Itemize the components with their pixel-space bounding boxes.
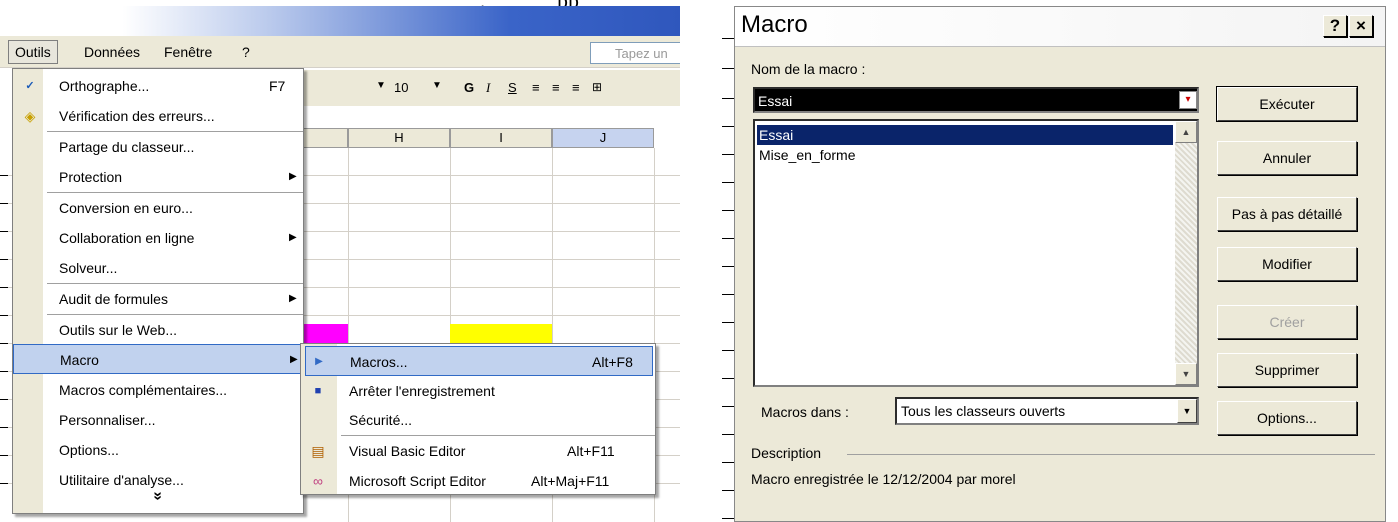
submenu-arrow-icon: ▶ xyxy=(290,354,298,365)
step-into-button[interactable]: Pas à pas détaillé xyxy=(1217,197,1357,231)
help-button[interactable]: ? xyxy=(1323,15,1347,37)
macro-name-input[interactable]: Essai xyxy=(753,87,1199,113)
scroll-down-icon[interactable]: ▼ xyxy=(1175,363,1197,385)
menu-item-personnaliser[interactable]: Personnaliser... xyxy=(13,405,303,435)
description-text: Macro enregistrée le 12/12/2004 par more… xyxy=(751,471,1016,487)
description-divider xyxy=(847,454,1375,455)
play-icon: ▶ xyxy=(315,356,323,367)
submenu-item-macros[interactable]: ▶ Macros... Alt+F8 xyxy=(305,346,653,376)
macro-dialog-area: Macro ? × Nom de la macro : Essai ▾ Essa… xyxy=(722,0,1398,522)
menu-item-conversion[interactable]: Conversion en euro... xyxy=(13,193,303,223)
submenu-item-arreter[interactable]: ■ Arrêter l'enregistrement xyxy=(305,376,653,406)
menu-item-macro[interactable]: Macro ▶ xyxy=(13,344,303,374)
dropdown-arrow-icon[interactable]: ▼ xyxy=(1177,399,1197,423)
close-button[interactable]: × xyxy=(1349,15,1373,37)
list-item[interactable]: Mise_en_forme xyxy=(757,145,1173,165)
magenta-cell[interactable] xyxy=(300,324,348,344)
excel-window: , pp Outils Données Fenêtre ? Tapez un ▼… xyxy=(0,0,680,522)
list-scrollbar[interactable]: ▲ ▼ xyxy=(1175,121,1197,385)
macro-dialog: Macro ? × Nom de la macro : Essai ▾ Essa… xyxy=(734,6,1386,522)
options-button[interactable]: Options... xyxy=(1217,401,1357,435)
column-header-h[interactable]: H xyxy=(348,128,450,148)
submenu-item-vb-editor[interactable]: ▤ Visual Basic Editor Alt+F11 xyxy=(305,436,653,466)
macro-submenu: ▶ Macros... Alt+F8 ■ Arrêter l'enregistr… xyxy=(300,343,656,495)
macros-in-label: Macros dans : xyxy=(761,404,849,420)
menu-item-orthographe[interactable]: ✓ Orthographe... F7 xyxy=(13,71,303,101)
menu-item-partage[interactable]: Partage du classeur... xyxy=(13,132,303,162)
merge-center-icon[interactable]: ⊞ xyxy=(592,80,602,94)
macros-in-select[interactable]: Tous les classeurs ouverts ▼ xyxy=(895,397,1199,425)
underline-button[interactable]: S xyxy=(508,80,517,95)
menu-fenetre[interactable]: Fenêtre xyxy=(164,44,212,60)
align-center-icon[interactable]: ≡ xyxy=(552,80,560,95)
menu-item-audit[interactable]: Audit de formules ▶ xyxy=(13,284,303,314)
run-button[interactable]: Exécuter xyxy=(1216,86,1358,122)
macro-name-label: Nom de la macro : xyxy=(751,61,866,77)
ask-question-input[interactable]: Tapez un xyxy=(590,42,680,64)
menu-donnees[interactable]: Données xyxy=(84,44,140,60)
scroll-up-icon[interactable]: ▲ xyxy=(1175,121,1197,143)
script-editor-icon: ∞ xyxy=(313,473,323,489)
tools-menu: ✓ Orthographe... F7 ◈ Vérification des e… xyxy=(12,68,304,514)
submenu-arrow-icon: ▶ xyxy=(289,232,297,243)
vb-editor-icon: ▤ xyxy=(311,443,325,459)
cancel-button[interactable]: Annuler xyxy=(1217,141,1357,175)
yellow-cell[interactable] xyxy=(450,324,552,344)
list-item[interactable]: Essai xyxy=(757,125,1173,145)
collapse-dialog-icon[interactable]: ▾ xyxy=(1179,91,1197,109)
description-label: Description xyxy=(751,445,822,461)
dialog-title: Macro xyxy=(741,11,808,38)
stop-icon: ■ xyxy=(314,385,322,397)
submenu-item-script-editor[interactable]: ∞ Microsoft Script Editor Alt+Maj+F11 xyxy=(305,466,653,496)
expand-menu-icon[interactable]: » xyxy=(148,492,166,501)
font-size-select[interactable]: 10 xyxy=(394,80,408,95)
spellcheck-icon: ✓ xyxy=(25,80,35,92)
excel-title-bar xyxy=(0,6,680,36)
menu-item-protection[interactable]: Protection ▶ xyxy=(13,162,303,192)
edit-button[interactable]: Modifier xyxy=(1217,247,1357,281)
menu-item-utilitaire-analyse[interactable]: Utilitaire d'analyse... xyxy=(13,465,303,495)
menu-item-macros-complementaires[interactable]: Macros complémentaires... xyxy=(13,375,303,405)
delete-button[interactable]: Supprimer xyxy=(1217,353,1357,387)
align-right-icon[interactable]: ≡ xyxy=(572,80,580,95)
column-header-j[interactable]: J xyxy=(552,128,654,148)
column-header-g[interactable] xyxy=(300,128,348,148)
dialog-title-bar: Macro ? × xyxy=(735,7,1385,47)
dropdown-arrow-icon[interactable]: ▼ xyxy=(376,80,386,91)
menu-item-collaboration[interactable]: Collaboration en ligne ▶ xyxy=(13,223,303,253)
dropdown-arrow-icon[interactable]: ▼ xyxy=(432,80,442,91)
menu-item-solveur[interactable]: Solveur... xyxy=(13,253,303,283)
menu-bar: Outils Données Fenêtre ? Tapez un xyxy=(0,36,680,68)
bold-button[interactable]: G xyxy=(464,80,474,95)
submenu-item-securite[interactable]: Sécurité... xyxy=(305,405,653,435)
menu-item-outils-web[interactable]: Outils sur le Web... xyxy=(13,315,303,345)
macro-list[interactable]: Essai Mise_en_forme ▲ ▼ xyxy=(753,119,1199,387)
error-check-icon: ◈ xyxy=(24,108,36,124)
italic-button[interactable]: I xyxy=(486,80,490,96)
menu-outils[interactable]: Outils xyxy=(8,40,58,64)
menu-item-options[interactable]: Options... xyxy=(13,435,303,465)
formatting-toolbar: ▼ 10 ▼ G I S ≡ ≡ ≡ ⊞ xyxy=(300,70,680,106)
create-button[interactable]: Créer xyxy=(1217,305,1357,339)
menu-item-verification[interactable]: ◈ Vérification des erreurs... xyxy=(13,101,303,131)
submenu-arrow-icon: ▶ xyxy=(289,171,297,182)
submenu-arrow-icon: ▶ xyxy=(289,293,297,304)
menu-help[interactable]: ? xyxy=(242,44,250,60)
column-header-i[interactable]: I xyxy=(450,128,552,148)
align-left-icon[interactable]: ≡ xyxy=(532,80,540,95)
